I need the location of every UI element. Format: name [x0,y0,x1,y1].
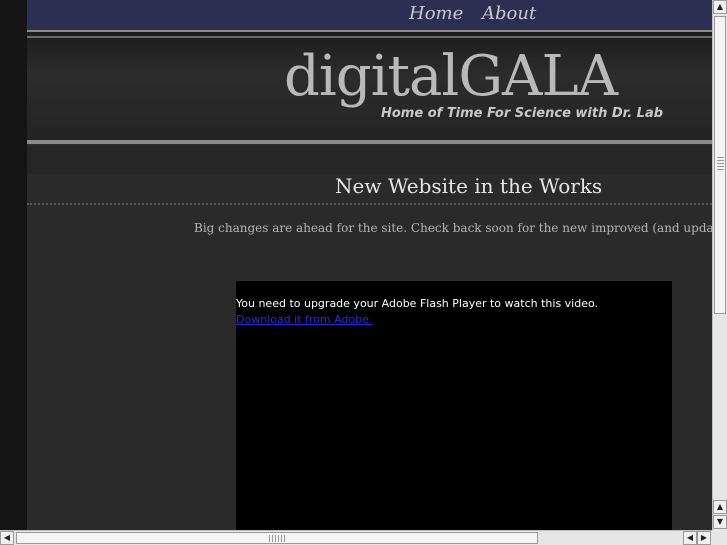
horizontal-scrollbar[interactable]: ◀ ◀ ▶ [0,530,712,545]
scroll-down-icon[interactable]: ▼ [713,515,727,529]
site-header: digitalGALA Home of Time For Science wit… [27,32,712,144]
horizontal-scroll-thumb[interactable] [16,532,538,544]
header-top-rule [27,36,712,38]
vertical-scroll-thumb[interactable] [714,16,726,314]
horizontal-grip-icon [269,535,285,542]
flash-upgrade-message: You need to upgrade your Adobe Flash Pla… [236,297,599,310]
vertical-grip-icon [717,157,724,171]
spacer-band [27,146,712,174]
left-margin [0,0,27,530]
top-navigation: Home About [27,0,712,32]
flash-video-player[interactable]: You need to upgrade your Adobe Flash Pla… [236,281,672,530]
download-flash-link[interactable]: Download it from Adobe. [236,313,372,326]
scroll-left-lower-icon[interactable]: ◀ [683,531,697,545]
post-body-text: Big changes are ahead for the site. Chec… [194,221,712,235]
vertical-scrollbar[interactable]: ▲ ▲ ▼ [712,0,727,530]
header-bottom-rule [27,140,712,144]
scroll-up-lower-icon[interactable]: ▲ [713,500,727,514]
post-title: New Website in the Works [335,174,603,198]
site-logo-text: digitalGALA [284,44,618,109]
dotted-divider [27,203,712,205]
post-heading-bar: New Website in the Works [27,174,712,202]
scroll-left-icon[interactable]: ◀ [0,531,14,545]
scroll-up-icon[interactable]: ▲ [713,0,727,14]
page: Home About digitalGALA Home of Time For … [27,0,712,530]
nav-about-link[interactable]: About [482,3,536,24]
scrollbar-corner [712,530,727,545]
nav-home-link[interactable]: Home [409,3,463,24]
scroll-right-icon[interactable]: ▶ [697,531,711,545]
site-tagline: Home of Time For Science with Dr. Lab [381,106,664,121]
